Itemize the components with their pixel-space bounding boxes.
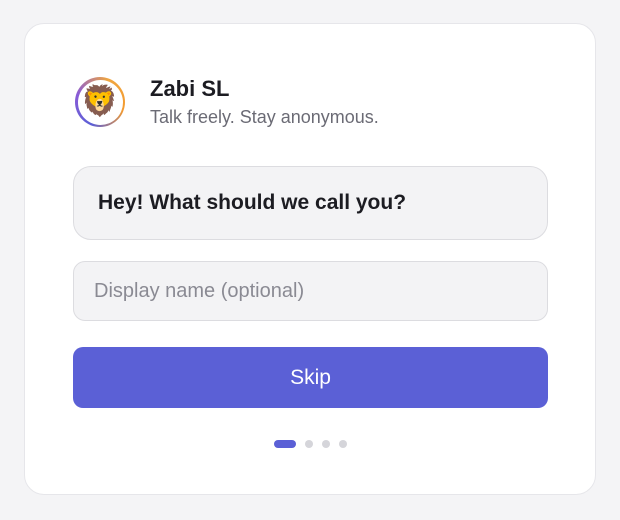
display-name-input[interactable] (73, 261, 548, 321)
pagination-dot-4 (339, 440, 347, 448)
prompt-text: Hey! What should we call you? (98, 191, 407, 214)
pagination-dot-1 (274, 440, 296, 448)
onboarding-card: 🦁 Zabi SL Talk freely. Stay anonymous. H… (24, 23, 596, 495)
app-titles: Zabi SL Talk freely. Stay anonymous. (150, 76, 379, 128)
skip-button[interactable]: Skip (73, 347, 548, 408)
app-title: Zabi SL (150, 76, 230, 101)
pagination-dots (274, 440, 356, 448)
app-subtitle: Talk freely. Stay anonymous. (150, 107, 379, 127)
prompt-bubble: Hey! What should we call you? (73, 166, 548, 240)
pagination-dot-3 (322, 440, 330, 448)
lion-icon: 🦁 (77, 79, 123, 125)
pagination-dot-2 (305, 440, 313, 448)
app-header: 🦁 Zabi SL Talk freely. Stay anonymous. (75, 76, 379, 128)
avatar: 🦁 (75, 77, 125, 127)
